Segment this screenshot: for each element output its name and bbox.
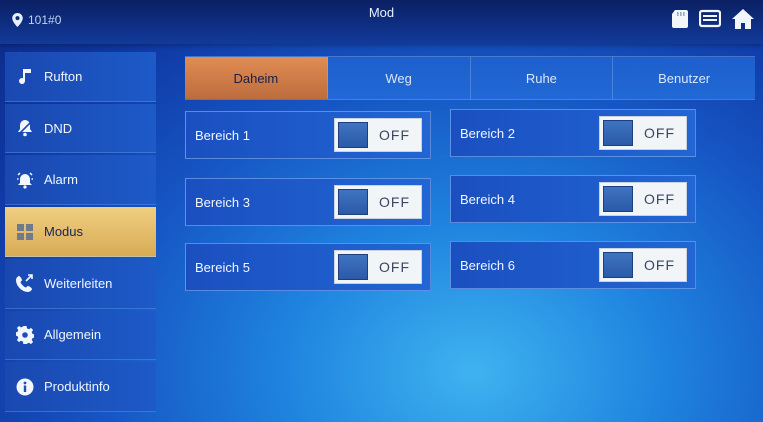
tab-weg[interactable]: Weg [327, 57, 471, 99]
sidebar-item-label: Weiterleiten [44, 275, 113, 291]
zone-toggle[interactable]: OFF [599, 248, 687, 282]
zone-toggle[interactable]: OFF [334, 185, 422, 219]
zone-toggle[interactable]: OFF [334, 118, 422, 152]
sidebar-item-weiterleiten[interactable]: Weiterleiten [5, 258, 156, 309]
zone-toggle[interactable]: OFF [599, 116, 687, 150]
home-icon[interactable] [731, 8, 755, 30]
toggle-state: OFF [379, 127, 410, 143]
zone-label: Bereich 3 [195, 194, 250, 210]
sidebar-item-label: Alarm [44, 172, 78, 188]
sidebar-item-dnd[interactable]: DND [5, 103, 156, 154]
zone-card-6: Bereich 6 OFF [450, 241, 696, 289]
zone-card-3: Bereich 3 OFF [185, 178, 431, 226]
alarm-icon [17, 172, 33, 189]
zone-card-5: Bereich 5 OFF [185, 243, 431, 291]
sidebar-item-label: Modus [44, 224, 84, 240]
zone-toggle[interactable]: OFF [334, 250, 422, 284]
sidebar-item-alarm[interactable]: Alarm [5, 155, 156, 206]
zone-label: Bereich 2 [460, 125, 515, 141]
sidebar-item-rufton[interactable]: Rufton [5, 52, 156, 102]
tab-daheim[interactable]: Daheim [185, 57, 328, 99]
zone-card-4: Bereich 4 OFF [450, 175, 696, 223]
grid-icon [17, 223, 33, 240]
tab-ruhe[interactable]: Ruhe [470, 57, 614, 99]
top-bar: 101#0 Mod [0, 0, 763, 44]
message-icon[interactable] [699, 9, 721, 29]
sidebar: Rufton DND Alarm Modus Weiterleiten Allg… [5, 52, 156, 413]
page-title: Mod [368, 5, 395, 20]
sidebar-item-label: Rufton [44, 68, 83, 84]
music-note-icon [19, 69, 31, 85]
gear-icon [16, 325, 34, 344]
toggle-knob [603, 186, 633, 212]
sidebar-item-label: Allgemein [44, 327, 102, 343]
sidebar-item-produktinfo[interactable]: Produktinfo [5, 362, 156, 413]
call-forward-icon [16, 274, 33, 293]
bell-icon [16, 119, 34, 137]
zone-label: Bereich 1 [195, 127, 250, 143]
toggle-knob [603, 120, 633, 146]
zone-card-2: Bereich 2 OFF [450, 109, 696, 157]
zone-toggle[interactable]: OFF [599, 182, 687, 216]
toggle-knob [603, 252, 633, 278]
info-icon [16, 378, 34, 396]
zone-label: Bereich 5 [195, 259, 250, 275]
toggle-knob [338, 122, 368, 148]
toggle-state: OFF [379, 194, 410, 210]
sd-card-icon[interactable] [671, 9, 689, 29]
sidebar-item-modus[interactable]: Modus [5, 207, 156, 257]
intercom-screen: 101#0 Mod Rufton DND Alarm Modus Weiterl… [0, 0, 763, 422]
toggle-state: OFF [644, 125, 675, 141]
zone-label: Bereich 6 [460, 257, 515, 273]
sidebar-item-label: Produktinfo [44, 379, 110, 395]
toggle-state: OFF [644, 257, 675, 273]
zone-card-1: Bereich 1 OFF [185, 111, 431, 159]
toggle-state: OFF [644, 191, 675, 207]
toggle-state: OFF [379, 259, 410, 275]
sidebar-item-label: DND [44, 120, 73, 136]
sidebar-item-allgemein[interactable]: Allgemein [5, 310, 156, 361]
tab-benutzer[interactable]: Benutzer [613, 57, 755, 99]
mode-tabs: Daheim Weg Ruhe Benutzer [185, 56, 755, 100]
toggle-knob [338, 189, 368, 215]
toggle-knob [338, 254, 368, 280]
zone-label: Bereich 4 [460, 191, 515, 207]
